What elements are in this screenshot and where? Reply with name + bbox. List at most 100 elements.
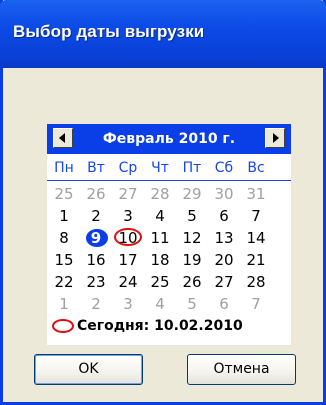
day-number: 7 — [251, 207, 261, 225]
day-number: 4 — [155, 207, 165, 225]
weekday-divider — [47, 180, 291, 181]
day-cell[interactable]: 15 — [48, 250, 80, 270]
day-cell[interactable]: 28 — [240, 272, 272, 292]
day-cell[interactable]: 4 — [144, 294, 176, 314]
weekday-header: Вс — [247, 160, 265, 176]
day-number: 21 — [246, 251, 266, 269]
day-number: 28 — [150, 185, 170, 203]
day-cell[interactable]: 20 — [208, 250, 240, 270]
day-number: 30 — [214, 185, 234, 203]
day-cell[interactable]: 23 — [80, 272, 112, 292]
day-number: 26 — [182, 273, 202, 291]
day-number: 29 — [182, 185, 202, 203]
day-cell[interactable]: 3 — [112, 294, 144, 314]
day-cell[interactable]: 22 — [48, 272, 80, 292]
day-number: 13 — [214, 229, 234, 247]
weekday-header: Ср — [118, 160, 138, 176]
day-number: 2 — [91, 295, 101, 313]
arrow-right-icon — [273, 133, 279, 143]
day-number: 31 — [246, 185, 266, 203]
day-cell[interactable]: 26 — [80, 184, 112, 204]
day-cell[interactable]: 28 — [144, 184, 176, 204]
day-cell[interactable]: 26 — [176, 272, 208, 292]
day-number: 7 — [251, 295, 261, 313]
day-number: 20 — [214, 251, 234, 269]
day-cell[interactable]: 13 — [208, 228, 240, 248]
day-cell[interactable]: 16 — [80, 250, 112, 270]
day-cell[interactable]: 5 — [176, 206, 208, 226]
day-number: 24 — [118, 273, 138, 291]
day-cell[interactable]: 12 — [176, 228, 208, 248]
dialog-title: Выбор даты выгрузки — [13, 22, 205, 41]
calendar: Февраль 2010 г. Сегодня: 10.02.2010 Пн Вт… — [47, 124, 291, 345]
arrow-left-icon — [59, 133, 65, 143]
next-month-button[interactable] — [265, 128, 285, 148]
day-number: 3 — [123, 207, 133, 225]
today-ring-icon — [52, 319, 74, 333]
month-label[interactable]: Февраль 2010 г. — [77, 131, 261, 147]
day-cell[interactable]: 10 — [112, 228, 144, 248]
day-number: 11 — [150, 229, 170, 247]
day-cell[interactable]: 31 — [240, 184, 272, 204]
day-cell[interactable]: 25 — [48, 184, 80, 204]
weekday-header: Чт — [151, 160, 169, 176]
day-cell[interactable]: 14 — [240, 228, 272, 248]
day-cell[interactable]: 6 — [208, 206, 240, 226]
day-number: 26 — [86, 185, 106, 203]
day-number: 15 — [54, 251, 74, 269]
day-cell[interactable]: 1 — [48, 294, 80, 314]
day-number: 23 — [86, 273, 106, 291]
day-number: 18 — [150, 251, 170, 269]
day-number: 1 — [59, 295, 69, 313]
date-picker-dialog: Выбор даты выгрузки Февраль 2010 г. Сего… — [0, 0, 326, 405]
day-number: 28 — [246, 273, 266, 291]
day-cell[interactable]: 27 — [208, 272, 240, 292]
ok-button[interactable]: OK — [34, 354, 143, 385]
day-number: 2 — [91, 207, 101, 225]
day-number: 5 — [187, 295, 197, 313]
day-number: 12 — [182, 229, 202, 247]
day-number: 25 — [54, 185, 74, 203]
day-cell[interactable]: 27 — [112, 184, 144, 204]
day-number: 1 — [59, 207, 69, 225]
day-cell[interactable]: 5 — [176, 294, 208, 314]
day-cell[interactable]: 2 — [80, 206, 112, 226]
day-cell[interactable]: 30 — [208, 184, 240, 204]
day-number: 27 — [214, 273, 234, 291]
day-cell[interactable]: 9 — [80, 228, 112, 248]
day-cell[interactable]: 24 — [112, 272, 144, 292]
day-number: 17 — [118, 251, 138, 269]
day-cell[interactable]: 7 — [240, 294, 272, 314]
day-cell[interactable]: 25 — [144, 272, 176, 292]
day-cell[interactable]: 19 — [176, 250, 208, 270]
day-cell[interactable]: 2 — [80, 294, 112, 314]
day-cell[interactable]: 6 — [208, 294, 240, 314]
day-cell[interactable]: 21 — [240, 250, 272, 270]
day-cell[interactable]: 17 — [112, 250, 144, 270]
today-label: Сегодня: 10.02.2010 — [77, 318, 243, 334]
weekday-header: Пн — [54, 160, 74, 176]
day-number: 14 — [246, 229, 266, 247]
day-number: 8 — [59, 229, 69, 247]
day-cell[interactable]: 11 — [144, 228, 176, 248]
day-number: 27 — [118, 185, 138, 203]
day-number: 19 — [182, 251, 202, 269]
day-cell[interactable]: 1 — [48, 206, 80, 226]
previous-month-button[interactable] — [53, 128, 73, 148]
day-number: 25 — [150, 273, 170, 291]
day-number: 22 — [54, 273, 74, 291]
day-cell[interactable]: 18 — [144, 250, 176, 270]
day-cell[interactable]: 7 — [240, 206, 272, 226]
day-cell[interactable]: 4 — [144, 206, 176, 226]
weekday-header: Сб — [214, 160, 234, 176]
title-bar[interactable]: Выбор даты выгрузки — [0, 0, 326, 68]
weekday-header: Пт — [182, 160, 202, 176]
day-number: 16 — [86, 251, 106, 269]
day-cell[interactable]: 8 — [48, 228, 80, 248]
day-cell[interactable]: 29 — [176, 184, 208, 204]
weekday-header: Вт — [87, 160, 105, 176]
day-number: 10 — [118, 229, 138, 247]
cancel-button[interactable]: Отмена — [187, 354, 296, 385]
day-cell[interactable]: 3 — [112, 206, 144, 226]
day-number: 3 — [123, 295, 133, 313]
